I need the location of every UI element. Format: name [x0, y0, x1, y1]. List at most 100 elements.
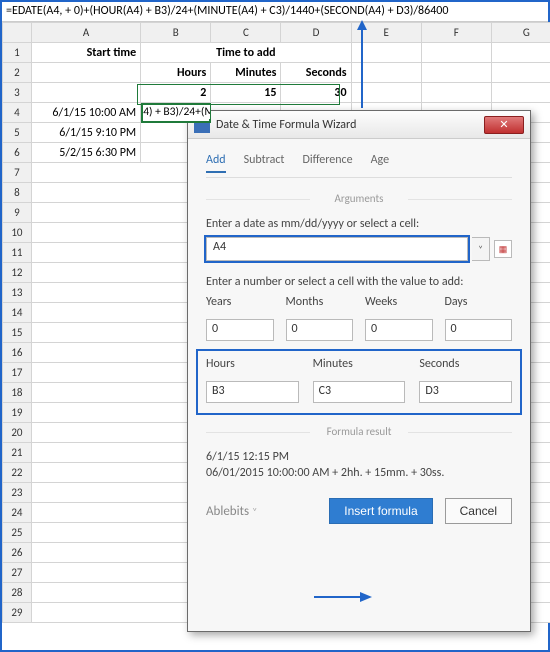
- row-header-22[interactable]: 22: [3, 463, 32, 483]
- dialog-titlebar[interactable]: Date & Time Formula Wizard ✕: [188, 111, 530, 139]
- cell-F1[interactable]: [421, 43, 491, 63]
- cell-F2[interactable]: [421, 63, 491, 83]
- label-months: Months: [286, 295, 354, 309]
- row-header-23[interactable]: 23: [3, 483, 32, 503]
- button-row: Ablebits ˅ Insert formula Cancel: [206, 498, 512, 524]
- instr-date: Enter a date as mm/dd/yyyy or select a c…: [206, 217, 512, 231]
- range-picker-icon[interactable]: ▦: [494, 240, 512, 258]
- input-months[interactable]: 0: [286, 319, 354, 341]
- cell-A1[interactable]: Start time: [31, 43, 140, 63]
- section-label-arguments: Arguments: [206, 192, 512, 205]
- dialog-body: Add Subtract Difference Age Arguments En…: [188, 139, 530, 534]
- cell-B3[interactable]: 2: [141, 83, 211, 103]
- cell-G3[interactable]: [491, 83, 550, 103]
- ymwd-grid: Years Months Weeks Days 0 0 0 0: [206, 295, 512, 341]
- result-line-2: 06/01/2015 10:00:00 AM + 2hh. + 15mm. + …: [206, 466, 512, 480]
- cell-E2[interactable]: [351, 63, 421, 83]
- row-header-13[interactable]: 13: [3, 283, 32, 303]
- insert-formula-button[interactable]: Insert formula: [329, 498, 432, 524]
- row-header-1[interactable]: 1: [3, 43, 32, 63]
- tab-add[interactable]: Add: [206, 153, 226, 173]
- date-input[interactable]: A4: [206, 237, 468, 261]
- cell-A6[interactable]: 5/2/15 6:30 PM: [31, 143, 140, 163]
- tab-age[interactable]: Age: [371, 153, 389, 173]
- row-header-17[interactable]: 17: [3, 363, 32, 383]
- row-header-9[interactable]: 9: [3, 203, 32, 223]
- result-line-1: 6/1/15 12:15 PM: [206, 450, 512, 464]
- row-header-20[interactable]: 20: [3, 423, 32, 443]
- tab-difference[interactable]: Difference: [302, 153, 352, 173]
- input-seconds[interactable]: D3: [419, 381, 512, 403]
- cell-A3[interactable]: [31, 83, 140, 103]
- tab-subtract[interactable]: Subtract: [244, 153, 285, 173]
- row-header-4[interactable]: 4: [3, 103, 32, 123]
- cell-D3[interactable]: 30: [281, 83, 351, 103]
- input-years[interactable]: 0: [206, 319, 274, 341]
- row-header-7[interactable]: 7: [3, 163, 32, 183]
- input-minutes[interactable]: C3: [313, 381, 406, 403]
- col-header-E[interactable]: E: [351, 23, 421, 43]
- cell-E3[interactable]: [351, 83, 421, 103]
- input-weeks[interactable]: 0: [365, 319, 433, 341]
- cell-B4-editing-text: 4) + B3)/24+(MINUTE(A4) + C3)/1440+: [143, 105, 211, 119]
- select-all-corner[interactable]: [3, 23, 32, 43]
- row-header-24[interactable]: 24: [3, 503, 32, 523]
- row-header-18[interactable]: 18: [3, 383, 32, 403]
- cancel-button[interactable]: Cancel: [445, 498, 512, 524]
- cell-A2[interactable]: [31, 63, 140, 83]
- label-minutes: Minutes: [313, 357, 406, 371]
- col-header-D[interactable]: D: [281, 23, 351, 43]
- brand-caret-icon: ˅: [252, 505, 257, 518]
- brand-label[interactable]: Ablebits ˅: [206, 504, 317, 519]
- col-header-F[interactable]: F: [421, 23, 491, 43]
- row-header-26[interactable]: 26: [3, 543, 32, 563]
- label-seconds: Seconds: [419, 357, 512, 371]
- row-header-16[interactable]: 16: [3, 343, 32, 363]
- row-header-14[interactable]: 14: [3, 303, 32, 323]
- date-dropdown-icon[interactable]: ˅: [472, 237, 490, 261]
- instr-number: Enter a number or select a cell with the…: [206, 275, 512, 289]
- col-header-C[interactable]: C: [211, 23, 281, 43]
- cell-A5[interactable]: 6/1/15 9:10 PM: [31, 123, 140, 143]
- row-header-29[interactable]: 29: [3, 603, 32, 623]
- col-header-G[interactable]: G: [491, 23, 550, 43]
- input-days[interactable]: 0: [445, 319, 513, 341]
- cell-C3[interactable]: 15: [211, 83, 281, 103]
- cell-G2[interactable]: [491, 63, 550, 83]
- cell-A4[interactable]: 6/1/15 10:00 AM: [31, 103, 140, 123]
- col-header-B[interactable]: B: [141, 23, 211, 43]
- date-row: A4 ˅ ▦: [206, 237, 512, 261]
- cell-F3[interactable]: [421, 83, 491, 103]
- row-header-10[interactable]: 10: [3, 223, 32, 243]
- row-header-8[interactable]: 8: [3, 183, 32, 203]
- row-header-12[interactable]: 12: [3, 263, 32, 283]
- cell-E1[interactable]: [351, 43, 421, 63]
- row-header-28[interactable]: 28: [3, 583, 32, 603]
- input-hours[interactable]: B3: [206, 381, 299, 403]
- cell-B4[interactable]: 4) + B3)/24+(MINUTE(A4) + C3)/1440+: [141, 103, 211, 123]
- formula-bar[interactable]: =EDATE(A4, + 0)+(HOUR(A4) + B3)/24+(MINU…: [2, 2, 548, 22]
- brand-text: Ablebits: [206, 504, 249, 519]
- cell-B1D1-merged[interactable]: Time to add: [141, 43, 351, 63]
- section-label-result: Formula result: [206, 425, 512, 438]
- row-header-3[interactable]: 3: [3, 83, 32, 103]
- label-days: Days: [445, 295, 513, 309]
- row-header-15[interactable]: 15: [3, 323, 32, 343]
- cell-C2[interactable]: Minutes: [211, 63, 281, 83]
- row-header-25[interactable]: 25: [3, 523, 32, 543]
- cell-G1[interactable]: [491, 43, 550, 63]
- row-header-5[interactable]: 5: [3, 123, 32, 143]
- row-header-19[interactable]: 19: [3, 403, 32, 423]
- date-time-wizard-dialog: Date & Time Formula Wizard ✕ Add Subtrac…: [187, 110, 531, 632]
- formula-text: =EDATE(A4, + 0)+(HOUR(A4) + B3)/24+(MINU…: [6, 4, 448, 18]
- row-header-21[interactable]: 21: [3, 443, 32, 463]
- row-header-2[interactable]: 2: [3, 63, 32, 83]
- tabs: Add Subtract Difference Age: [206, 153, 512, 178]
- row-header-11[interactable]: 11: [3, 243, 32, 263]
- row-header-6[interactable]: 6: [3, 143, 32, 163]
- close-button[interactable]: ✕: [484, 116, 524, 134]
- cell-B2[interactable]: Hours: [141, 63, 211, 83]
- col-header-A[interactable]: A: [31, 23, 140, 43]
- row-header-27[interactable]: 27: [3, 563, 32, 583]
- cell-D2[interactable]: Seconds: [281, 63, 351, 83]
